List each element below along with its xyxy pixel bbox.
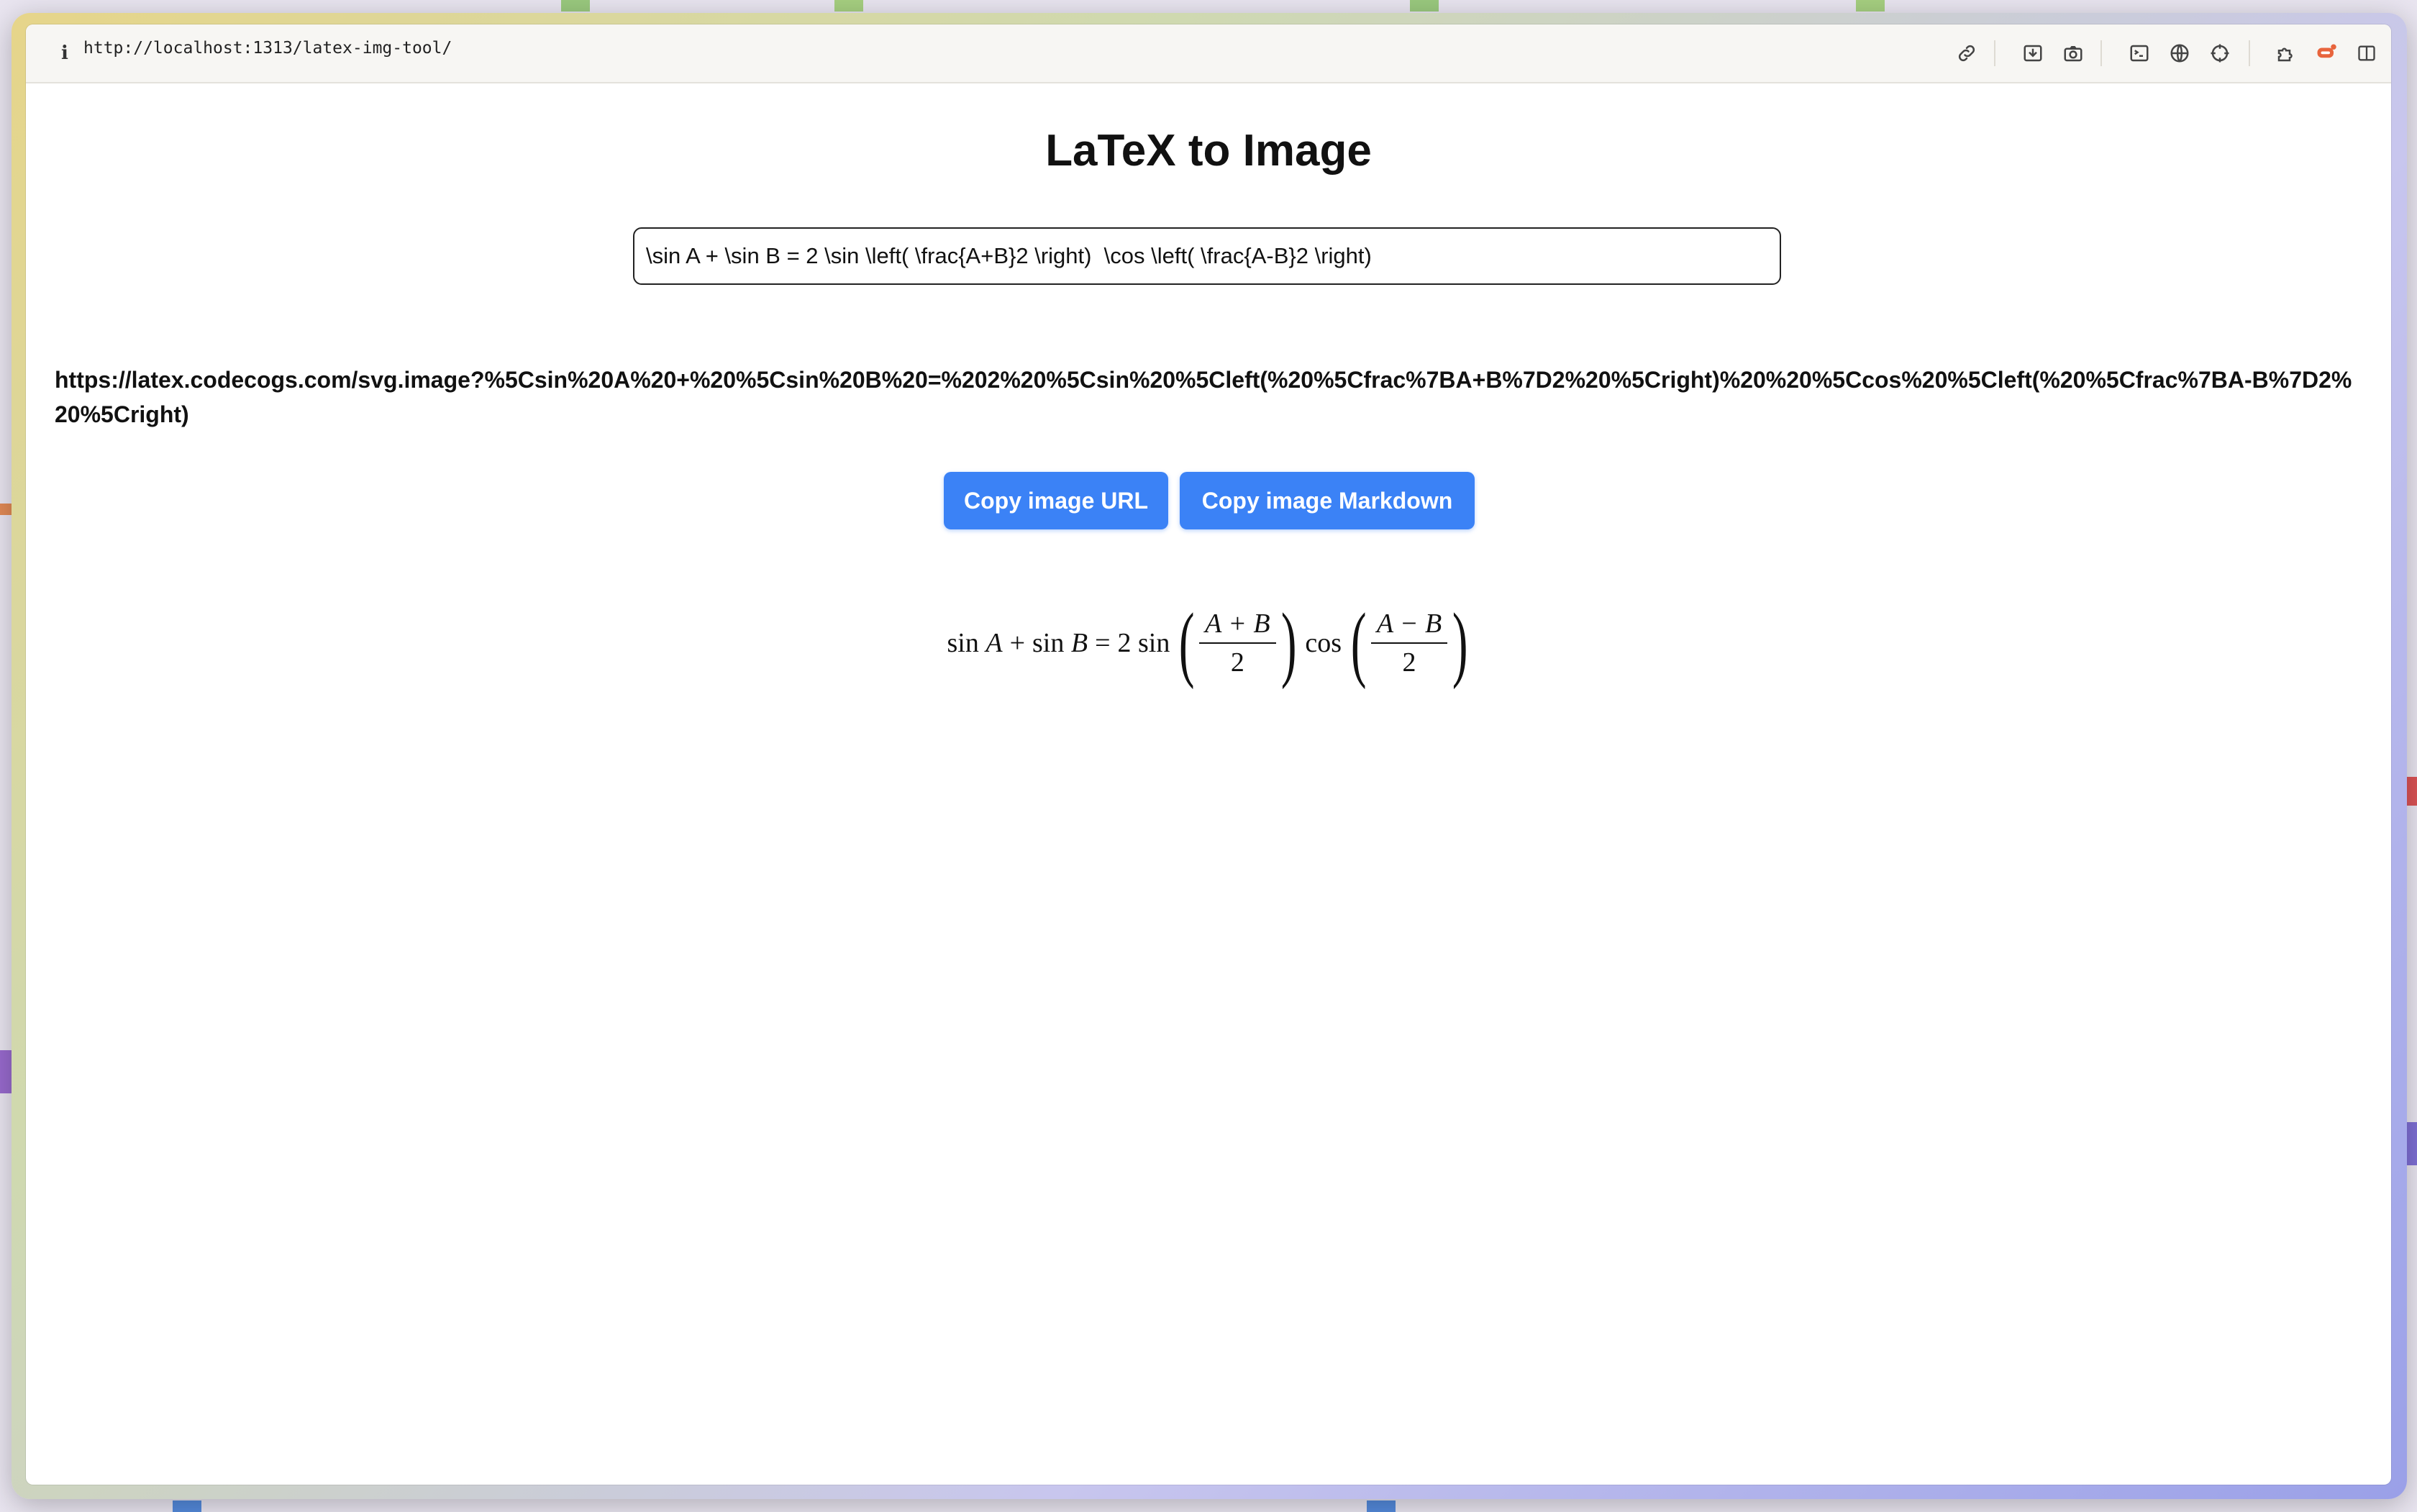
wallpaper-tile [1856, 0, 1885, 12]
wallpaper-tile [2405, 777, 2417, 806]
toolbar-separator [1994, 40, 1995, 66]
formula-var-b: B [1070, 628, 1088, 658]
globe-icon[interactable] [2165, 39, 2194, 68]
formula-equals: = [1095, 628, 1111, 658]
formula-right-paren: ) [1452, 596, 1468, 690]
formula-left-paren: ( [1350, 596, 1366, 690]
crosshair-icon[interactable] [2206, 39, 2234, 68]
download-icon[interactable] [2018, 39, 2047, 68]
wallpaper-tile [834, 0, 863, 12]
fraction-numerator: A + B [1199, 609, 1276, 644]
fraction-numerator: A − B [1370, 609, 1448, 644]
fraction-denominator: 2 [1402, 647, 1416, 678]
toolbar-separator [2100, 40, 2102, 66]
wallpaper-tile [0, 1050, 12, 1093]
formula-coefficient: 2 [1117, 628, 1132, 658]
formula-sin: sin [1032, 628, 1065, 658]
formula-plus: + [1009, 628, 1025, 658]
info-icon[interactable]: i [50, 39, 79, 68]
toolbar-separator [2249, 40, 2250, 66]
copy-image-url-button[interactable]: Copy image URL [944, 472, 1168, 529]
browser-toolbar: i http://localhost:1313/latex-img-tool/ [26, 24, 2391, 83]
page-title: LaTeX to Image [1045, 126, 1372, 176]
wallpaper-tile [0, 504, 12, 515]
copy-image-markdown-button[interactable]: Copy image Markdown [1180, 472, 1475, 529]
formula-sin: sin [1138, 628, 1170, 658]
formula-cos: cos [1305, 628, 1342, 658]
camera-icon[interactable] [2059, 39, 2088, 68]
extensions-icon[interactable] [2272, 39, 2300, 68]
browser-window: i http://localhost:1313/latex-img-tool/ [26, 24, 2391, 1485]
formula-left-paren: ( [1178, 596, 1195, 690]
formula-fraction-difference: A − B 2 [1370, 609, 1448, 678]
formula-right-paren: ) [1280, 596, 1297, 690]
wallpaper-tile [561, 0, 590, 12]
formula-fraction-sum: A + B 2 [1199, 609, 1276, 678]
image-url-output: https://latex.codecogs.com/svg.image?%5C… [55, 367, 2352, 427]
rendered-formula-image: sin A + sin B = 2 sin ( A + B 2 ) cos ( … [26, 586, 2391, 701]
latex-input[interactable] [633, 227, 1781, 285]
wallpaper-tile [1410, 0, 1439, 12]
sidebar-icon[interactable] [2352, 39, 2381, 68]
fraction-denominator: 2 [1230, 647, 1244, 678]
chat-icon[interactable] [2312, 39, 2341, 68]
wallpaper-tile [2405, 1122, 2417, 1165]
address-bar[interactable]: http://localhost:1313/latex-img-tool/ [83, 39, 452, 68]
formula-var-a: A [986, 628, 1003, 658]
terminal-icon[interactable] [2125, 39, 2154, 68]
formula-sin: sin [947, 628, 979, 658]
link-icon[interactable] [1952, 39, 1981, 68]
